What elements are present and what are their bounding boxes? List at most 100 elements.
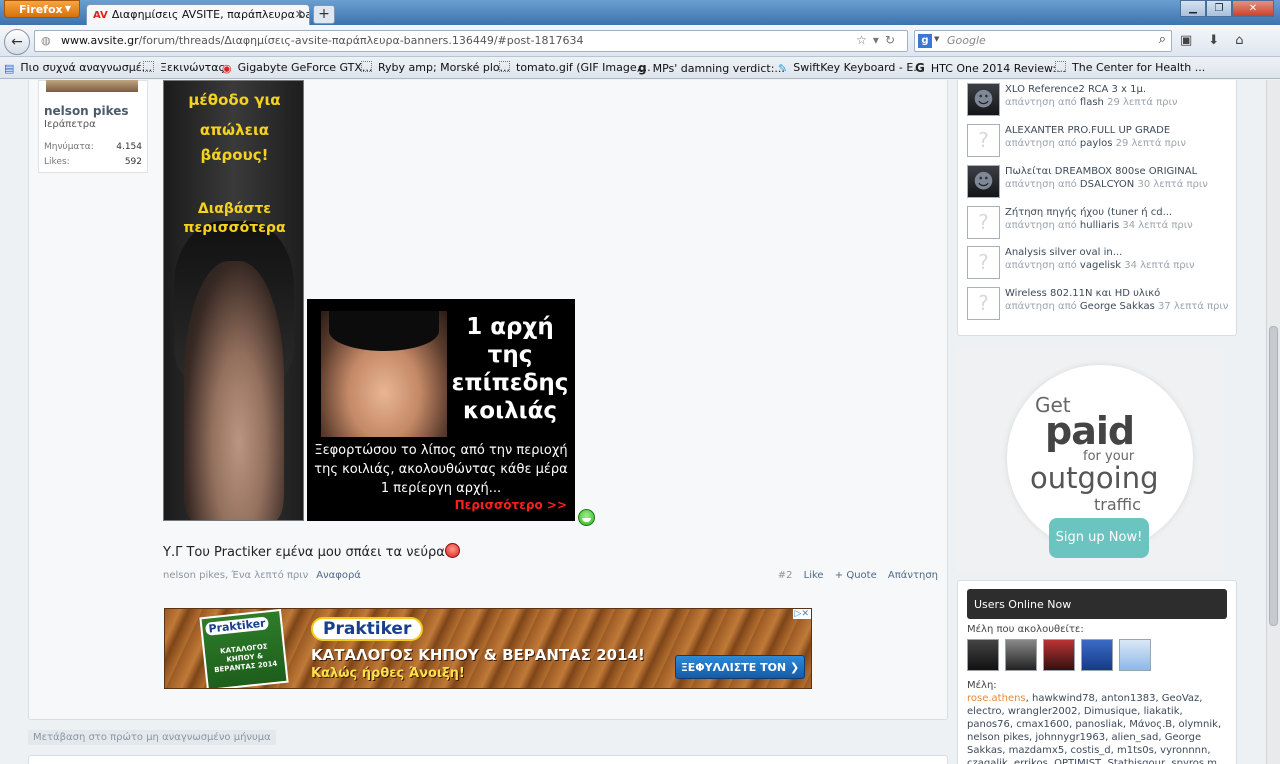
thread-item[interactable]: ? Wireless 802.11N και HD υλικό απάντηση… [967, 287, 1237, 323]
getpaid-text: paid [1045, 409, 1135, 453]
thread-avatar[interactable]: ? [967, 206, 1000, 239]
reply-link[interactable]: Απάντηση [888, 570, 938, 581]
thread-title[interactable]: Πωλείται DREAMBOX 800se ORIGINAL [1005, 166, 1197, 177]
search-input[interactable]: g ▼ Google ⌕ [914, 30, 1172, 52]
downloads-icon[interactable]: ⬇ [1208, 33, 1235, 48]
site-identity-icon[interactable]: ◍ [41, 34, 51, 47]
thread-avatar[interactable]: ? [967, 124, 1000, 157]
following-avatar[interactable] [967, 639, 999, 671]
headline-line: 1 αρχή [466, 314, 554, 340]
thread-user[interactable]: vagelisk [1080, 260, 1121, 271]
thread-item[interactable]: ? ALEXANTER PRO.FULL UP GRADE απάντηση α… [967, 124, 1237, 160]
getpaid-ad-banner[interactable]: Get paid for your outgoing traffic Sign … [957, 347, 1224, 572]
following-avatar[interactable] [1043, 639, 1075, 671]
page-scrollbar[interactable] [1266, 80, 1280, 764]
avatar[interactable] [46, 80, 138, 92]
praktiker-ad-banner[interactable]: Praktiker ΚΑΤΑΛΟΓΟΣ ΚΗΠΟΥ & ΒΕΡΑΝΤΑΣ 201… [164, 608, 812, 689]
bookmark-label: Πιο συχνά αναγνωσμέ... [20, 61, 153, 74]
maximize-icon[interactable]: ❐ [1206, 0, 1232, 17]
username-link[interactable]: nelson pikes [44, 104, 129, 118]
search-icon[interactable]: ⌕ [1159, 32, 1166, 47]
bookmark-label: Ryby amp; Morské plo... [378, 61, 510, 74]
thread-title[interactable]: ALEXANTER PRO.FULL UP GRADE [1005, 125, 1170, 136]
minimize-icon[interactable]: ▁ [1180, 0, 1206, 17]
quote-link[interactable]: + Quote [835, 570, 877, 581]
bookmark-item[interactable]: ◉ Gigabyte GeForce GTX... [222, 61, 372, 75]
praktiker-title: ΚΑΤΑΛΟΓΟΣ ΚΗΠΟΥ & ΒΕΡΑΝΤΑΣ 2014! [311, 646, 645, 664]
thread-item[interactable]: ☻ XLO Reference2 RCA 3 x 1μ. απάντηση απ… [967, 83, 1237, 119]
page-icon [143, 61, 154, 72]
thread-user[interactable]: George Sakkas [1080, 301, 1155, 312]
bookmark-item[interactable]: tomato.gif (GIF Image,... [499, 61, 651, 74]
like-link[interactable]: Like [804, 570, 824, 581]
thread-avatar[interactable]: ☻ [967, 83, 1000, 116]
bookmark-label: tomato.gif (GIF Image,... [516, 61, 651, 74]
firefox-menu-label: Firefox [19, 3, 63, 16]
close-tab-icon[interactable]: ✕ [295, 8, 304, 21]
member-link[interactable]: rose.athens [967, 693, 1026, 704]
members-label: Μέλη: [967, 680, 997, 691]
bookmarks-menu-icon[interactable]: ▣ [1180, 33, 1208, 48]
toolbar-icons: ▣⬇⌂ [1180, 33, 1259, 48]
thread-avatar[interactable]: ? [967, 246, 1000, 279]
back-button[interactable]: ← [4, 29, 30, 55]
thread-avatar[interactable]: ☻ [967, 165, 1000, 198]
sign-up-button[interactable]: Sign up Now! [1049, 518, 1149, 558]
thread-title[interactable]: XLO Reference2 RCA 3 x 1μ. [1005, 84, 1146, 95]
post-author-time[interactable]: nelson pikes, Ένα λεπτό πριν [163, 570, 308, 581]
jump-to-unread-link[interactable]: Μετάβαση στο πρώτο μη αναγνωσμένο μήνυμα [28, 730, 276, 745]
thread-item[interactable]: ☻ Πωλείται DREAMBOX 800se ORIGINAL απάντ… [967, 165, 1237, 201]
bookmark-item[interactable]: Ryby amp; Morské plo... [361, 61, 510, 74]
browse-catalog-button[interactable]: ΞΕΦΥΛΛΙΣΤΕ ΤΟΝ ❯ [675, 655, 805, 679]
thread-user[interactable]: DSALCYON [1080, 179, 1134, 190]
page-icon [361, 61, 372, 72]
page-icon [499, 61, 510, 72]
bookmark-star-icon[interactable]: ☆▾↻ [856, 33, 901, 47]
adchoices-icon[interactable]: ▷✕ [792, 609, 811, 619]
belly-ad-headline: 1 αρχή της επίπεδης κοιλιάς [449, 313, 571, 425]
bookmark-item[interactable]: g MPs' damning verdict:... [638, 61, 785, 75]
message-text: Υ.Γ Του Practiker εμένα μου σπάει τα νεύ… [163, 545, 445, 560]
thread-user[interactable]: hulliaris [1080, 220, 1119, 231]
reply-prefix: απάντηση από [1005, 301, 1077, 312]
report-link[interactable]: Αναφορά [316, 570, 361, 581]
bookmark-item[interactable]: The Center for Health ... [1055, 61, 1205, 74]
diet-ad-line2: απώλεια βάρους! [199, 121, 270, 164]
bookmark-item[interactable]: ✎ SwiftKey Keyboard - E... [778, 61, 924, 75]
following-label: Μέλη που ακολουθείτε: [967, 624, 1084, 635]
thread-title[interactable]: Analysis silver oval in... [1005, 247, 1122, 258]
firefox-menu-button[interactable]: Firefox ▼ [4, 0, 80, 18]
post-number-link[interactable]: #2 [778, 570, 793, 581]
engine-caret-icon[interactable]: ▼ [934, 35, 939, 43]
search-placeholder: Google [947, 34, 986, 47]
thread-title[interactable]: Wireless 802.11N και HD υλικό [1005, 288, 1160, 299]
bookmark-label: Ξεκινώντας [160, 61, 225, 74]
thread-item[interactable]: ? Ζήτηση πηγής ήχου (tuner ή cd... απάντ… [967, 206, 1237, 242]
home-icon[interactable]: ⌂ [1235, 33, 1259, 48]
thread-user[interactable]: paylos [1080, 138, 1113, 149]
swiftkey-icon: ✎ [778, 62, 788, 75]
book-title: ΚΑΤΑΛΟΓΟΣ ΚΗΠΟΥ & ΒΕΡΑΝΤΑΣ 2014 [213, 642, 278, 675]
bookmark-item[interactable]: G HTC One 2014 Review:... [915, 61, 1067, 75]
thread-avatar[interactable]: ? [967, 287, 1000, 320]
following-avatar[interactable] [1119, 639, 1151, 671]
belly-ad-banner[interactable]: 1 αρχή της επίπεδης κοιλιάς Ξεφορτώσου τ… [307, 299, 575, 521]
new-tab-button[interactable]: + [313, 5, 335, 24]
bookmark-item[interactable]: Ξεκινώντας [143, 61, 225, 74]
navigation-toolbar: ← ◍ www.avsite.gr/forum/threads/Διαφημίσ… [0, 25, 1280, 57]
browser-tab-active[interactable]: AVΔιαφημίσεις AVSITE, παράπλευρα bann...… [86, 4, 310, 25]
thread-time: 34 λεπτά πριν [1124, 260, 1195, 271]
url-bar[interactable]: ◍ www.avsite.gr/forum/threads/Διαφημίσει… [34, 30, 908, 52]
diet-ad-banner[interactable]: μέθοδο για απώλεια βάρους! Διαβάστε περι… [163, 80, 304, 521]
google-engine-icon[interactable]: g [918, 34, 932, 48]
thread-user[interactable]: flash [1080, 97, 1104, 108]
scrollbar-thumb[interactable] [1269, 326, 1278, 626]
following-avatar[interactable] [1081, 639, 1113, 671]
bookmark-item[interactable]: ▤ Πιο συχνά αναγνωσμέ... [4, 61, 153, 75]
close-window-icon[interactable]: ✕ [1232, 0, 1274, 17]
diet-ad-line3: Διαβάστε [197, 201, 272, 217]
thread-item[interactable]: ? Analysis silver oval in... απάντηση απ… [967, 246, 1237, 282]
thread-title[interactable]: Ζήτηση πηγής ήχου (tuner ή cd... [1005, 207, 1172, 218]
belly-ad-more-link[interactable]: Περισσότερο >> [455, 498, 567, 512]
following-avatar[interactable] [1005, 639, 1037, 671]
